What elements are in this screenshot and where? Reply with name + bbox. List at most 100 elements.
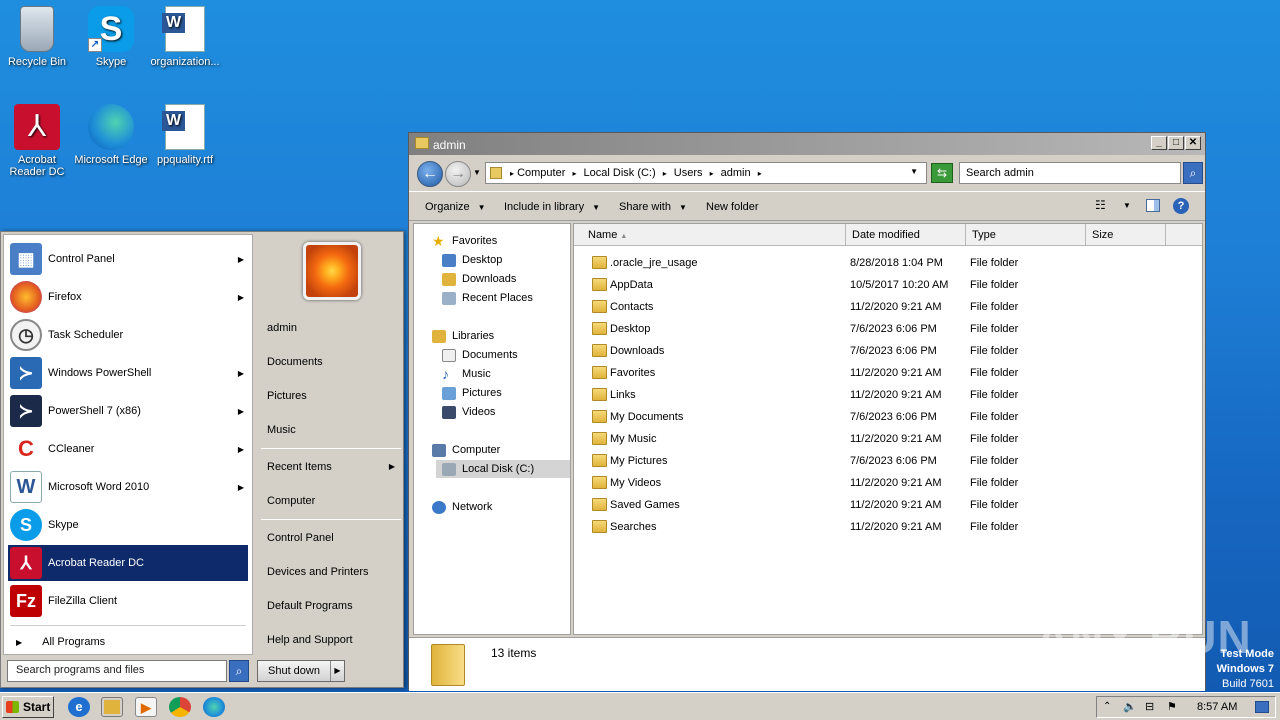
help-icon[interactable]: ? (1173, 198, 1189, 214)
nav-recent-places[interactable]: Recent Places (442, 289, 533, 307)
media-player-icon[interactable]: ▶ (135, 697, 157, 717)
volume-icon[interactable]: 🔈 (1123, 700, 1137, 713)
program-powershell7[interactable]: ≻ PowerShell 7 (x86) ▶ (8, 393, 248, 429)
recent-pages-dropdown-icon[interactable]: ▼ (473, 168, 481, 177)
nav-libraries[interactable]: Libraries (432, 327, 494, 345)
file-explorer-icon[interactable] (101, 697, 123, 717)
program-control-panel[interactable]: ▦ Control Panel ▶ (8, 241, 248, 277)
file-row[interactable]: Contacts 11/2/2020 9:21 AM File folder (574, 296, 1202, 318)
file-row[interactable]: My Music 11/2/2020 9:21 AM File folder (574, 428, 1202, 450)
nav-music[interactable]: ♪ Music (442, 365, 491, 383)
preview-pane-icon[interactable] (1146, 199, 1160, 212)
breadcrumb-arrow-icon[interactable]: ▸ (710, 169, 714, 178)
network-tray-icon[interactable]: ⊟ (1145, 700, 1154, 713)
all-programs[interactable]: ▶ All Programs (8, 631, 248, 653)
search-input[interactable]: Search admin (959, 162, 1181, 184)
place-pictures[interactable]: Pictures (261, 382, 401, 410)
new-folder-button[interactable]: New folder (706, 201, 759, 213)
show-desktop-button[interactable] (1255, 701, 1269, 713)
change-view-icon[interactable]: ☷ (1095, 198, 1106, 212)
place-music[interactable]: Music (261, 416, 401, 444)
file-row[interactable]: Searches 11/2/2020 9:21 AM File folder (574, 516, 1202, 538)
desktop-icon-skype[interactable]: S ↗ Skype (74, 0, 148, 68)
program-ccleaner[interactable]: C CCleaner ▶ (8, 431, 248, 467)
program-firefox[interactable]: Firefox ▶ (8, 279, 248, 315)
maximize-button[interactable]: □ (1168, 136, 1184, 150)
program-filezilla[interactable]: Fz FileZilla Client (8, 583, 248, 619)
column-name[interactable]: Name ▲ (574, 224, 846, 246)
breadcrumb-arrow-icon[interactable]: ▸ (510, 169, 514, 178)
breadcrumb-computer[interactable]: Computer (517, 167, 565, 179)
nav-documents[interactable]: Documents (442, 346, 518, 364)
breadcrumb-arrow-icon[interactable]: ▸ (663, 169, 667, 178)
program-acrobat[interactable]: ⅄ Acrobat Reader DC (8, 545, 248, 581)
program-windows-powershell[interactable]: ≻ Windows PowerShell ▶ (8, 355, 248, 391)
file-row[interactable]: My Pictures 7/6/2023 6:06 PM File folder (574, 450, 1202, 472)
forward-button[interactable]: → (445, 161, 471, 187)
search-icon[interactable]: ⌕ (229, 660, 249, 682)
place-control-panel[interactable]: Control Panel (261, 524, 401, 552)
edge-icon[interactable] (203, 697, 225, 717)
place-documents[interactable]: Documents (261, 348, 401, 376)
show-hidden-icons[interactable]: ⌃ (1103, 701, 1111, 712)
file-row[interactable]: My Documents 7/6/2023 6:06 PM File folder (574, 406, 1202, 428)
close-button[interactable]: ✕ (1185, 136, 1201, 150)
back-button[interactable]: ← (417, 161, 443, 187)
desktop-icon-organization[interactable]: W organization... (148, 0, 222, 68)
shutdown-button[interactable]: Shut down ▶ (257, 660, 345, 682)
desktop-icon-acrobat[interactable]: ⅄ Acrobat Reader DC (0, 98, 74, 178)
nav-pictures[interactable]: Pictures (442, 384, 502, 402)
column-type[interactable]: Type (966, 224, 1086, 246)
breadcrumb-admin[interactable]: admin (721, 167, 751, 179)
file-row[interactable]: .oracle_jre_usage 8/28/2018 1:04 PM File f… (574, 252, 1202, 274)
breadcrumb-arrow-icon[interactable]: ▸ (572, 169, 576, 178)
nav-favorites[interactable]: ★ Favorites (432, 232, 497, 250)
address-bar[interactable]: ▸ Computer ▸ Local Disk (C:) ▸ Users ▸ a… (485, 162, 927, 184)
shutdown-options-arrow-icon[interactable]: ▶ (330, 661, 344, 681)
file-row[interactable]: Favorites 11/2/2020 9:21 AM File folder (574, 362, 1202, 384)
desktop-icon-recycle-bin[interactable]: Recycle Bin (0, 0, 74, 68)
file-row[interactable]: Downloads 7/6/2023 6:06 PM File folder (574, 340, 1202, 362)
nav-videos[interactable]: Videos (442, 403, 495, 421)
file-row[interactable]: My Videos 11/2/2020 9:21 AM File folder (574, 472, 1202, 494)
place-computer[interactable]: Computer (261, 487, 401, 515)
place-recent-items[interactable]: Recent Items ▶ (261, 453, 401, 481)
desktop-icon-ppquality[interactable]: W ppquality.rtf (148, 98, 222, 166)
nav-network[interactable]: Network (432, 498, 492, 516)
column-size[interactable]: Size (1086, 224, 1166, 246)
internet-explorer-icon[interactable]: e (68, 697, 90, 717)
view-options-dropdown-icon[interactable]: ▼ (1123, 201, 1131, 210)
chrome-icon[interactable] (169, 697, 191, 717)
share-with-button[interactable]: Share with ▼ (619, 201, 687, 213)
column-date-modified[interactable]: Date modified (846, 224, 966, 246)
refresh-button[interactable]: ⇆ (931, 163, 953, 183)
desktop-icon-edge[interactable]: Microsoft Edge (74, 98, 148, 166)
file-row[interactable]: Desktop 7/6/2023 6:06 PM File folder (574, 318, 1202, 340)
nav-local-disk[interactable]: Local Disk (C:) (436, 460, 570, 478)
nav-desktop[interactable]: Desktop (442, 251, 502, 269)
file-row[interactable]: Links 11/2/2020 9:21 AM File folder (574, 384, 1202, 406)
place-admin[interactable]: admin (261, 314, 401, 342)
breadcrumb-arrow-icon[interactable]: ▸ (758, 169, 762, 178)
file-row[interactable]: AppData 10/5/2017 10:20 AM File folder (574, 274, 1202, 296)
start-search-input[interactable]: Search programs and files (7, 660, 227, 682)
start-button[interactable]: Start (2, 696, 54, 718)
action-center-icon[interactable]: ⚑ (1167, 700, 1177, 713)
search-icon[interactable]: ⌕ (1183, 162, 1203, 184)
user-avatar[interactable] (303, 242, 361, 300)
breadcrumb-users[interactable]: Users (674, 167, 703, 179)
program-word[interactable]: W Microsoft Word 2010 ▶ (8, 469, 248, 505)
title-bar[interactable]: admin _ □ ✕ (409, 133, 1205, 155)
file-row[interactable]: Saved Games 11/2/2020 9:21 AM File folder (574, 494, 1202, 516)
organize-button[interactable]: Organize ▼ (425, 201, 486, 213)
place-devices-printers[interactable]: Devices and Printers (261, 558, 401, 586)
program-skype[interactable]: S Skype (8, 507, 248, 543)
place-default-programs[interactable]: Default Programs (261, 592, 401, 620)
breadcrumb-local-disk[interactable]: Local Disk (C:) (584, 167, 656, 179)
include-in-library-button[interactable]: Include in library ▼ (504, 201, 600, 213)
nav-downloads[interactable]: Downloads (442, 270, 516, 288)
program-task-scheduler[interactable]: ◷ Task Scheduler (8, 317, 248, 353)
clock[interactable]: 8:57 AM (1197, 701, 1237, 713)
minimize-button[interactable]: _ (1151, 136, 1167, 150)
nav-computer[interactable]: Computer (432, 441, 500, 459)
